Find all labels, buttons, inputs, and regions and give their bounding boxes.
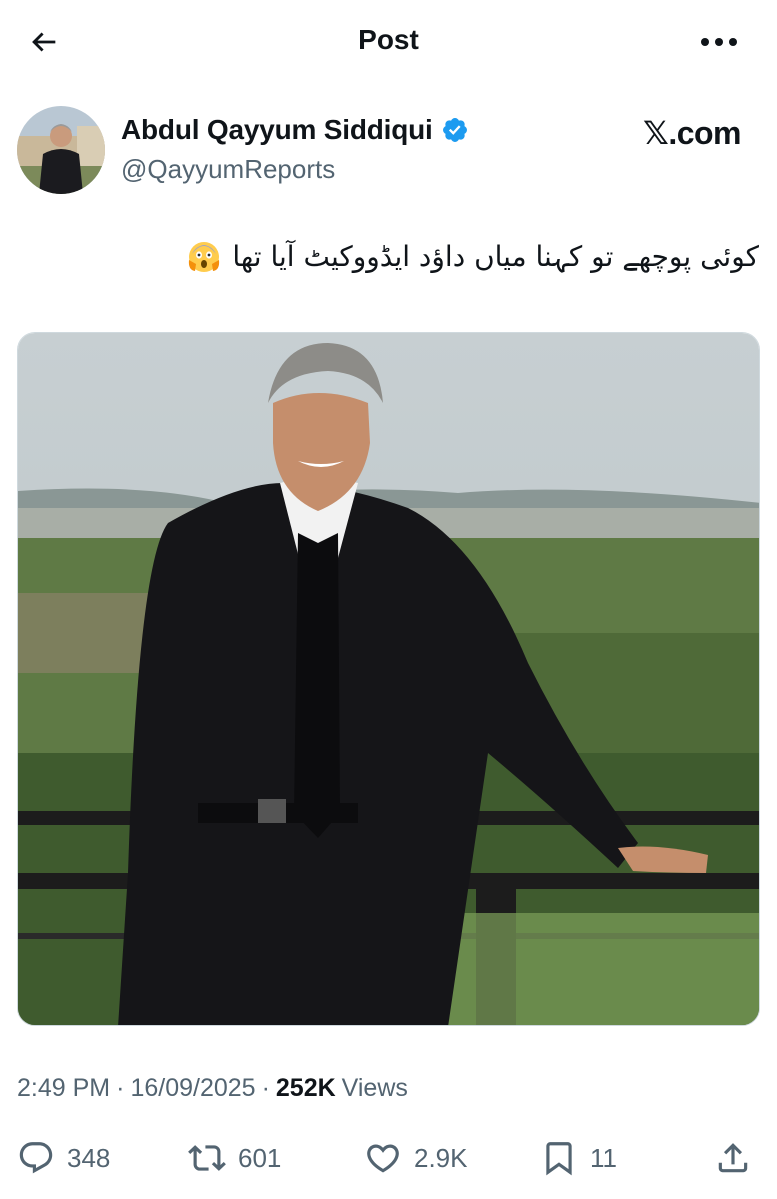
repost-button[interactable]: 601 xyxy=(188,1132,281,1184)
tweet-meta: 2:49 PM · 16/09/2025 · 252K Views xyxy=(17,1074,408,1103)
meta-separator: · xyxy=(116,1074,125,1102)
more-options-button[interactable] xyxy=(697,24,741,60)
tweet-photo[interactable] xyxy=(17,332,760,1026)
tweet-time[interactable]: 2:49 PM xyxy=(17,1074,110,1103)
views-label: Views xyxy=(341,1074,408,1102)
bookmark-icon xyxy=(546,1142,572,1176)
share-button[interactable] xyxy=(714,1132,752,1184)
author-handle[interactable]: @QayyumReports xyxy=(121,154,335,185)
like-button[interactable]: 2.9K xyxy=(364,1132,468,1184)
action-bar: 348 601 2.9K 11 xyxy=(0,1132,777,1184)
page-title: Post xyxy=(358,24,419,55)
reply-icon xyxy=(19,1142,53,1174)
reply-button[interactable]: 348 xyxy=(17,1132,110,1184)
author-display-name[interactable]: Abdul Qayyum Siddiqui xyxy=(121,114,433,146)
bookmark-count: 11 xyxy=(590,1142,617,1173)
top-bar: Post xyxy=(0,0,777,84)
verified-badge-icon xyxy=(442,118,467,142)
tweet-date[interactable]: 16/09/2025 xyxy=(130,1074,255,1103)
avatar[interactable] xyxy=(17,106,105,194)
repost-count: 601 xyxy=(238,1142,282,1173)
tweet-text-row: کوئی پوچھے تو کہنا میاں داؤد ایڈووکیٹ آی… xyxy=(186,238,759,274)
tweet-text: کوئی پوچھے تو کہنا میاں داؤد ایڈووکیٹ آی… xyxy=(232,239,759,273)
heart-icon xyxy=(367,1144,399,1173)
repost-icon xyxy=(188,1145,226,1171)
bookmark-button[interactable]: 11 xyxy=(540,1132,617,1184)
like-count: 2.9K xyxy=(414,1142,468,1173)
share-icon xyxy=(718,1143,748,1173)
watermark: 𝕏.com xyxy=(643,115,741,151)
author-name-row[interactable]: Abdul Qayyum Siddiqui xyxy=(121,114,469,146)
face-screaming-in-fear-icon xyxy=(189,242,220,272)
reply-count: 348 xyxy=(67,1142,111,1173)
views-count: 252K xyxy=(275,1074,336,1102)
meta-separator: · xyxy=(261,1074,270,1102)
more-horizontal-icon xyxy=(701,38,737,46)
